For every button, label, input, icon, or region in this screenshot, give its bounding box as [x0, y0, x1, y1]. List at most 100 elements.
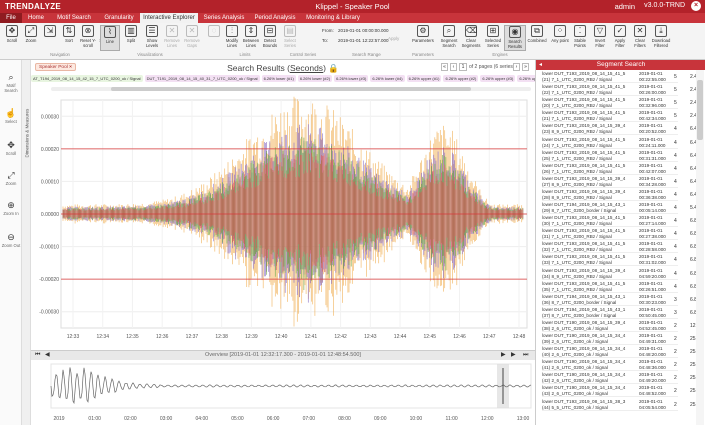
- apply-range-button[interactable]: Apply: [388, 36, 399, 41]
- parameters-button[interactable]: ⚙ Parameters: [410, 25, 436, 51]
- between-lines-button[interactable]: ⇕ Between Lines: [241, 25, 261, 51]
- hidden-button[interactable]: ◌: [204, 25, 224, 51]
- zoom-in-tool[interactable]: ⊕ Zoom In: [1, 200, 21, 216]
- menu-motif-search[interactable]: Motif Search: [50, 13, 98, 23]
- chart-horizontal-scrollbar[interactable]: [51, 87, 531, 91]
- segment-search-button[interactable]: ⌕ Segment Search: [438, 25, 460, 51]
- to-value[interactable]: 2019-01-01 12:22:57.000: [338, 38, 389, 43]
- main-plot[interactable]: 0.00030 0.00020 0.00010 0.00000 -0.00010 -0.0…: [31, 92, 535, 348]
- overview-plot[interactable]: 2019 01:00 02:00 03:00 04:00 05:00 06:00 07:00 0…: [31, 360, 535, 426]
- apply-filter-button[interactable]: ✓ Apply Filter: [610, 25, 630, 51]
- legend-item[interactable]: AT_T194_2019_08_14_15_42_15_7_UTC_0200_o…: [31, 75, 143, 82]
- segment-row[interactable]: lower DUT_T193_2019_08_14_15_39_4 (34) 8_…: [542, 268, 700, 280]
- invert-filter-button[interactable]: ▽ Invert Filter: [590, 25, 610, 51]
- segment-row[interactable]: lower DUT_T193_2019_08_14_15_41_5 (21) 7_…: [542, 71, 700, 83]
- menu-granularity[interactable]: Granularity: [98, 13, 140, 23]
- segment-row[interactable]: lower DUT_T193_2019_08_14_15_41_5 (26) 7_…: [542, 163, 700, 175]
- split-button[interactable]: ▥ Split: [121, 25, 141, 51]
- select-tool[interactable]: ☝ Select: [1, 108, 21, 124]
- next-page-button[interactable]: ›: [513, 63, 520, 71]
- legend-item[interactable]: 6.26% upper (#3): [480, 75, 516, 82]
- segment-row[interactable]: lower DUT_T190_2019_08_14_15_34_4 (42) 2_…: [542, 372, 703, 385]
- legend-item[interactable]: 6.26% lower (#4): [370, 75, 405, 82]
- menu-monitoring-library[interactable]: Monitoring & Library: [300, 13, 366, 23]
- show-levels-button[interactable]: ☰ Show Levels: [142, 25, 162, 51]
- collapse-icon[interactable]: ◂: [539, 60, 542, 70]
- from-value[interactable]: 2019-01-01 00:00:00.000: [338, 28, 389, 33]
- segment-row[interactable]: lower DUT_T193_2019_08_14_15_41_5 (31) 7_…: [542, 228, 700, 241]
- sort-button[interactable]: ⇅ Sort: [59, 25, 79, 51]
- dimensions-measures-tab[interactable]: Dimensions & Measures: [22, 60, 31, 425]
- segment-row[interactable]: lower DUT_T194_2019_08_14_15_43_1 (36) 8_…: [542, 294, 700, 306]
- menu-period-analysis[interactable]: Period Analysis: [250, 13, 300, 23]
- auto-button[interactable]: ⇲: [40, 25, 60, 51]
- overview-first-icon[interactable]: ⏮: [35, 351, 40, 360]
- segment-row[interactable]: lower DUT_T193_2019_08_14_15_39_4 (28) 8_…: [542, 189, 700, 201]
- segment-list-scrollbar[interactable]: [696, 70, 704, 425]
- segment-row[interactable]: lower DUT_T193_2019_08_14_15_41_5 (21) 7_…: [542, 110, 700, 123]
- menu-series-analysis[interactable]: Series Analysis: [198, 13, 250, 23]
- segment-row[interactable]: lower DUT_T190_2019_08_14_15_34_4 (43) 2_…: [542, 385, 703, 398]
- menu-file[interactable]: File: [0, 13, 22, 23]
- user-name[interactable]: admin: [615, 2, 635, 11]
- menu-home[interactable]: Home: [22, 13, 50, 23]
- legend-item[interactable]: 6.26% lower (#2): [297, 75, 333, 82]
- search-results-button[interactable]: ◉ Search Results: [504, 25, 526, 51]
- segment-row[interactable]: lower DUT_T193_2019_08_14_15_41_5 (30) 7_…: [542, 215, 700, 228]
- first-page-button[interactable]: «: [441, 63, 448, 71]
- zoom-out-tool[interactable]: ⊖ Zoom Out: [1, 232, 21, 248]
- remove-lines-button[interactable]: ✕ Remove Lines: [162, 25, 182, 51]
- legend-item[interactable]: 6.26% lower (#1): [261, 75, 296, 82]
- motif-search-tool[interactable]: ⌕ Motif Search: [1, 72, 21, 93]
- clear-filters-button[interactable]: ✕ Clear Filters: [630, 25, 650, 51]
- download-filtered-button[interactable]: ⤓ Download Filtered: [650, 25, 672, 51]
- zoom-tool[interactable]: ⤢ Zoom: [1, 170, 21, 186]
- segment-row[interactable]: lower DUT_T193_2019_08_14_15_41_5 (32) 7_…: [542, 241, 700, 254]
- scroll-thumb[interactable]: [111, 87, 471, 91]
- reset-y-scroll-button[interactable]: ⊗ Reset Y-scroll: [78, 25, 98, 51]
- segment-row[interactable]: lower DUT_T193_2019_08_14_15_39_4 (23) 8_…: [542, 123, 700, 136]
- segment-row[interactable]: lower DUT_T193_2019_08_14_15_38_3 (44) 5_…: [542, 399, 703, 411]
- selected-series-button[interactable]: ⊞ Selected Series: [482, 25, 504, 51]
- lock-icon[interactable]: 🔒: [328, 63, 339, 73]
- zoom-button[interactable]: ⤢ Zoom: [21, 25, 41, 51]
- segment-row[interactable]: lower DUT_T190_2019_08_14_15_34_4 (41) 2_…: [542, 359, 703, 372]
- overview-next-page-icon[interactable]: ▶: [511, 351, 516, 360]
- menu-interactive-explorer[interactable]: Interactive Explorer: [140, 13, 198, 23]
- segment-row[interactable]: lower DUT_T193_2019_08_14_15_41_5 (22) 7_…: [542, 84, 700, 97]
- remove-gaps-button[interactable]: ✕ Remove Gaps: [182, 25, 202, 51]
- scroll-thumb[interactable]: [697, 80, 703, 140]
- select-series-button[interactable]: ▤ Select Series: [280, 25, 300, 51]
- scroll-tool[interactable]: ✥ Scroll: [1, 140, 21, 156]
- segment-row[interactable]: lower DUT_T193_2019_08_14_15_41_5 (25) 7_…: [542, 150, 700, 162]
- legend-item[interactable]: 6.26% upper (#1): [406, 75, 442, 82]
- legend-item[interactable]: DUT_T191_2019_08_14_15_40_31_7_UTC_0200_…: [144, 75, 260, 82]
- scroll-button[interactable]: ✥ Scroll: [2, 25, 22, 51]
- line-button[interactable]: ⌇ Line: [100, 25, 120, 51]
- clear-segments-button[interactable]: ⌫ Clear Segments: [460, 25, 482, 51]
- segment-row[interactable]: lower DUT_T194_2019_08_14_15_43_1 (37) 8_…: [542, 307, 700, 319]
- prev-page-button[interactable]: ‹: [450, 63, 457, 71]
- combined-button[interactable]: ⧉ Combined: [526, 25, 548, 51]
- modify-lines-button[interactable]: ⫶ Modify Lines: [222, 25, 242, 51]
- page-input[interactable]: 1: [459, 63, 467, 71]
- close-icon[interactable]: ×: [691, 1, 701, 11]
- last-page-button[interactable]: »: [522, 63, 529, 71]
- segment-row[interactable]: lower DUT_T193_2019_08_14_15_41_5 (35) 7_…: [542, 281, 700, 293]
- overview-prev-icon[interactable]: ◀: [45, 351, 50, 360]
- segment-row[interactable]: lower DUT_T194_2019_08_14_15_43_1 (29) 8_…: [542, 202, 700, 214]
- segment-row[interactable]: lower DUT_T193_2019_08_14_15_41_5 (20) 7_…: [542, 97, 700, 110]
- overview-next-icon[interactable]: ▶: [501, 351, 506, 360]
- chart-unit-link[interactable]: Seconds: [290, 63, 323, 73]
- legend-item[interactable]: 6.26% upper (#2): [443, 75, 479, 82]
- segment-row[interactable]: lower DUT_T193_2019_08_14_15_41_5 (24) 7_…: [542, 137, 700, 149]
- overview-last-icon[interactable]: ⏭: [523, 351, 528, 360]
- segment-row[interactable]: lower DUT_T193_2019_08_14_15_39_4 (27) 8_…: [542, 176, 700, 188]
- segment-row[interactable]: lower DUT_T193_2019_08_14_15_41_5 (33) 7_…: [542, 254, 700, 267]
- any-point-button[interactable]: ⁘ Any point: [550, 25, 570, 51]
- stable-points-button[interactable]: ⁚ Stable Points: [570, 25, 590, 51]
- detect-bounds-button[interactable]: ⊟ Detect Bounds: [260, 25, 280, 51]
- segment-row[interactable]: lower DUT_T190_2019_08_14_15_34_4 (40) 2_…: [542, 346, 703, 359]
- legend-item[interactable]: 6.26% upper (#4): [517, 75, 535, 82]
- segment-row[interactable]: lower DUT_T190_2019_08_14_15_39_4 (38) 2_…: [542, 320, 703, 332]
